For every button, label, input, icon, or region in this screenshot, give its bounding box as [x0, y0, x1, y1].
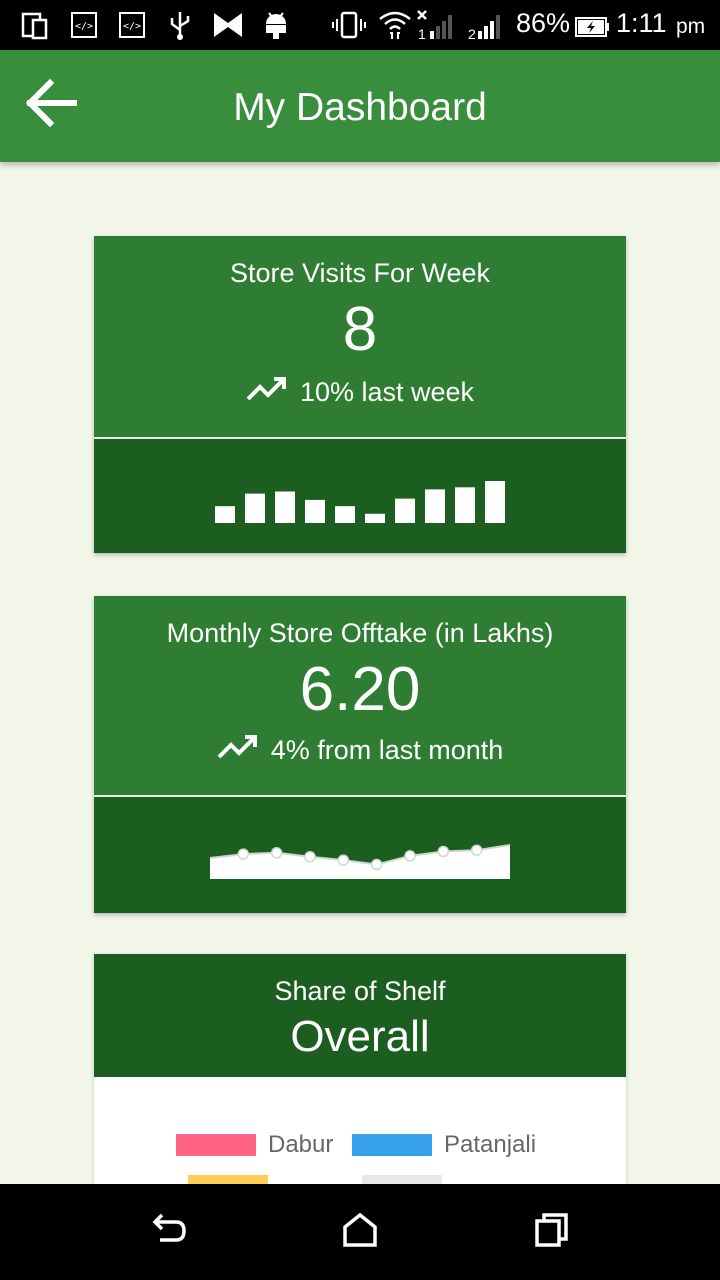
offtake-card[interactable]: Monthly Store Offtake (in Lakhs) 6.20 4%… [94, 596, 626, 913]
sparkline-bar [245, 493, 265, 523]
sparkline-point [304, 850, 316, 863]
vibrate-icon [332, 10, 366, 40]
sparkline-point [270, 847, 283, 859]
clock-ampm: pm [676, 15, 706, 38]
svg-text:2: 2 [468, 26, 476, 41]
svg-text:1: 1 [418, 26, 426, 41]
store-visits-chart-panel [94, 437, 626, 553]
store-visits-card[interactable]: Store Visits For Week 8 10% last week [94, 236, 626, 553]
offtake-trend-text: 4% from last month [270, 735, 504, 765]
offtake-chart-panel [94, 795, 626, 913]
sparkline-bar [275, 491, 295, 523]
share-of-shelf-card[interactable]: Share of Shelf Overall Dabur Patanjali [94, 954, 626, 1197]
sparkline-bar [215, 506, 235, 523]
battery-charging-icon [574, 12, 610, 42]
sparkline-point [237, 848, 250, 860]
store-visits-label: Store Visits For Week [229, 258, 491, 288]
legend-swatch [352, 1134, 432, 1156]
store-visits-bar-chart [215, 481, 505, 523]
system-nav-bar [0, 1184, 720, 1280]
svg-text:</>: </> [123, 21, 141, 32]
legend-label: Patanjali [444, 1131, 537, 1158]
share-of-shelf-title: Share of Shelf [274, 976, 446, 1006]
recents-icon [533, 1211, 571, 1253]
sim1-signal-icon: 1 [414, 10, 460, 41]
nav-recents-button[interactable] [522, 1202, 582, 1262]
app-bar: My Dashboard [0, 50, 720, 162]
sparkline-point [470, 844, 483, 856]
sparkline-point [337, 854, 350, 866]
sparkline-bar [335, 506, 355, 523]
store-visits-value: 8 [342, 295, 378, 364]
sparkline-bar [305, 499, 325, 523]
legend-item[interactable]: Dabur [176, 1131, 333, 1159]
code-icon: </> [118, 10, 146, 40]
home-icon [341, 1211, 379, 1253]
offtake-summary: Monthly Store Offtake (in Lakhs) 6.20 4%… [94, 596, 626, 795]
sparkline-bar [425, 489, 445, 523]
status-bar: </> </> 1 2 86% 1:11 pm [0, 0, 720, 50]
offtake-label: Monthly Store Offtake (in Lakhs) [166, 618, 554, 648]
usb-icon [166, 10, 194, 40]
back-icon [148, 1210, 188, 1254]
share-of-shelf-chart-area: Dabur Patanjali [94, 1077, 626, 1197]
trending-up-icon [217, 734, 259, 767]
store-visits-trend-text: 10% last week [299, 377, 475, 407]
code-icon: </> [70, 10, 98, 40]
nav-home-button[interactable] [330, 1202, 390, 1262]
legend-label: Dabur [268, 1131, 334, 1158]
wifi-icon [378, 10, 412, 40]
page-title: My Dashboard [233, 86, 487, 129]
legend-swatch [176, 1134, 256, 1156]
offtake-trend: 4% from last month [94, 734, 626, 767]
sparkline-bar [395, 498, 415, 523]
android-icon [262, 10, 290, 40]
nav-back-button[interactable] [138, 1202, 198, 1262]
offtake-area-chart [209, 844, 511, 879]
trending-up-icon [246, 376, 288, 409]
sparkline-bar [455, 487, 475, 523]
share-of-shelf-subtitle: Overall [290, 1012, 430, 1061]
sim2-signal-icon: 2 [466, 10, 510, 41]
offtake-value: 6.20 [299, 655, 421, 724]
sparkline-bar [365, 513, 385, 523]
legend-item[interactable]: Patanjali [352, 1131, 536, 1159]
device-icon [20, 10, 50, 40]
sparkline-bar [485, 481, 505, 523]
bowtie-icon [212, 10, 244, 40]
store-visits-summary: Store Visits For Week 8 10% last week [94, 236, 626, 437]
battery-percent: 86% [516, 8, 571, 38]
store-visits-trend: 10% last week [94, 376, 626, 409]
sparkline-point [404, 850, 416, 862]
clock-time: 1:11 [616, 8, 667, 38]
share-of-shelf-header: Share of Shelf Overall [94, 954, 626, 1077]
sparkline-point [437, 845, 450, 858]
sparkline-point [370, 858, 383, 871]
svg-text:</>: </> [75, 21, 93, 32]
